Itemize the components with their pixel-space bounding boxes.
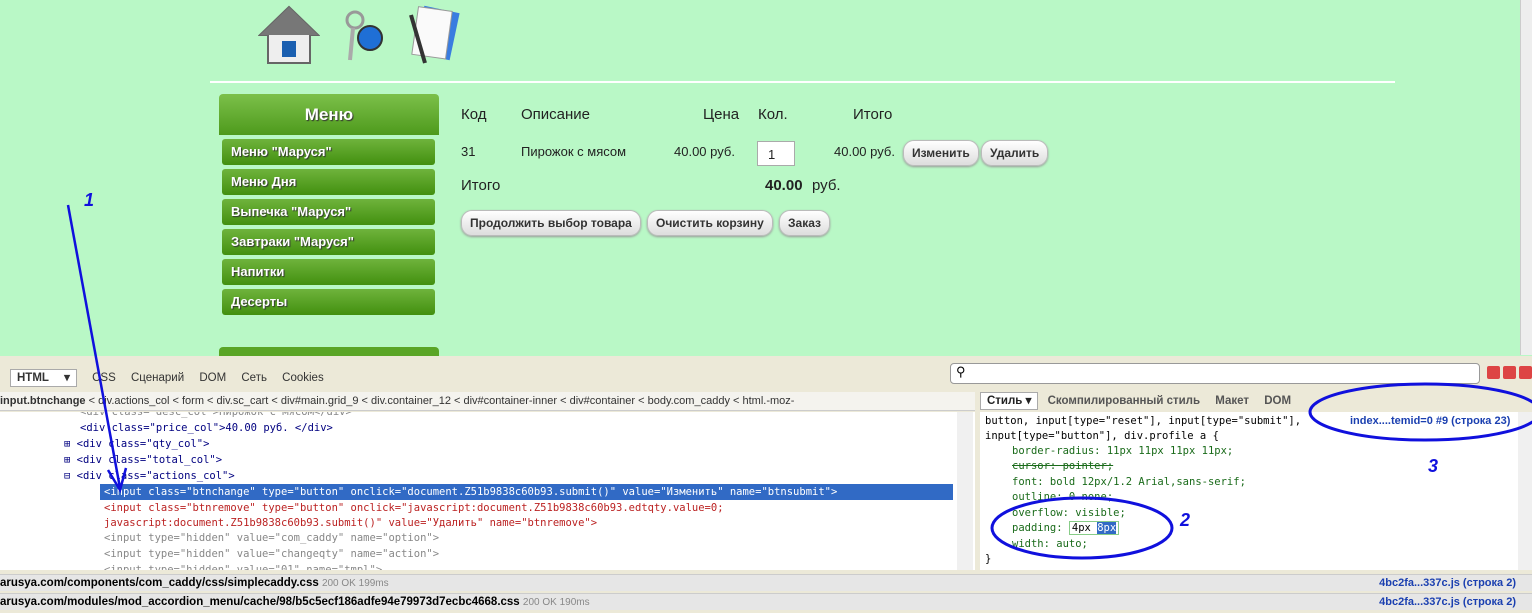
- crumb[interactable]: div.actions_col: [98, 395, 169, 407]
- html-line[interactable]: <div class="desc_col">Пирожок с мясом</d…: [80, 412, 352, 420]
- order-button[interactable]: Заказ: [779, 210, 830, 236]
- crumb[interactable]: div#container: [570, 395, 635, 407]
- item-total: 40.00 руб.: [834, 144, 895, 159]
- html-line[interactable]: <input class="btnremove" type="button" o…: [104, 500, 724, 516]
- css-rule[interactable]: overflow: visible;: [1012, 505, 1126, 521]
- tab-dom-style[interactable]: DOM: [1264, 395, 1291, 407]
- html-line[interactable]: javascript:document.Z51b9838c60b93.submi…: [104, 515, 597, 531]
- tab-html[interactable]: HTML ▾: [10, 369, 77, 387]
- tab-dom[interactable]: DOM: [199, 372, 226, 384]
- css-selector: button, input[type="reset"], input[type=…: [985, 415, 1302, 427]
- net-row[interactable]: arusya.com/modules/mod_accordion_menu/ca…: [0, 593, 1532, 610]
- style-pane: button, input[type="reset"], input[type=…: [980, 412, 1532, 570]
- search-input[interactable]: ⚲: [950, 363, 1480, 384]
- continue-shopping-button[interactable]: Продолжить выбор товара: [461, 210, 641, 236]
- padding-editor[interactable]: 4px 8px: [1068, 521, 1120, 535]
- menu-title: Меню: [219, 94, 439, 135]
- clear-cart-button[interactable]: Очистить корзину: [647, 210, 773, 236]
- col-total: Итого: [853, 106, 893, 123]
- remove-button[interactable]: Удалить: [981, 140, 1049, 166]
- html-line[interactable]: ⊟ <div class="actions_col">: [64, 468, 235, 484]
- html-line-selected[interactable]: <input class="btnchange" type="button" o…: [100, 484, 953, 500]
- css-rule[interactable]: width: auto;: [1012, 536, 1088, 552]
- tab-script[interactable]: Сценарий: [131, 372, 184, 384]
- css-rule[interactable]: outline: 0 none;: [1012, 489, 1113, 505]
- net-row[interactable]: arusya.com/components/com_caddy/css/simp…: [0, 574, 1532, 591]
- crumb[interactable]: form: [182, 395, 204, 407]
- crumb[interactable]: div.container_12: [371, 395, 451, 407]
- minimize-icon[interactable]: [1487, 366, 1500, 379]
- menu-item-desserts[interactable]: Десерты: [222, 289, 435, 315]
- divider: [210, 81, 1395, 83]
- crumb[interactable]: body.com_caddy: [648, 395, 730, 407]
- tab-net[interactable]: Сеть: [241, 372, 267, 384]
- menu-item-drinks[interactable]: Напитки: [222, 259, 435, 285]
- home-icon[interactable]: [258, 5, 320, 65]
- crumb[interactable]: div#main.grid_9: [281, 395, 359, 407]
- total-label: Итого: [461, 177, 501, 194]
- item-price: 40.00 руб.: [674, 144, 735, 159]
- close-icon[interactable]: [1519, 366, 1532, 379]
- crumb[interactable]: html.-moz-: [743, 395, 795, 407]
- crumb[interactable]: input.btnchange: [0, 395, 86, 407]
- tab-cookies[interactable]: Cookies: [282, 372, 324, 384]
- change-button[interactable]: Изменить: [903, 140, 979, 166]
- html-line[interactable]: <input type="hidden" value="changeqty" n…: [104, 546, 439, 562]
- html-line[interactable]: <input type="hidden" value="com_caddy" n…: [104, 530, 439, 546]
- tab-style[interactable]: Стиль ▾: [980, 392, 1039, 410]
- html-line[interactable]: <input type="hidden" value="01" name="tm…: [104, 562, 382, 570]
- crumb[interactable]: div#container-inner: [464, 395, 558, 407]
- devtools-tabs: HTML ▾ CSS Сценарий DOM Сеть Cookies: [0, 368, 336, 388]
- html-line[interactable]: ⊞ <div class="qty_col">: [64, 436, 209, 452]
- page-scrollbar[interactable]: [1520, 0, 1532, 355]
- html-scrollbar[interactable]: [957, 412, 973, 570]
- qty-input[interactable]: 1: [757, 141, 795, 166]
- css-rule-padding[interactable]: padding: 4px 8px: [1012, 520, 1120, 536]
- css-rule[interactable]: font: bold 12px/1.2 Arial,sans-serif;: [1012, 474, 1246, 490]
- html-line[interactable]: <div class="price_col">40.00 руб. </div>: [80, 420, 333, 436]
- search-icon: ⚲: [956, 364, 966, 379]
- css-selector: input[type="button"], div.profile a {: [985, 430, 1219, 442]
- annotation-3: 3: [1428, 456, 1439, 476]
- menu-item-day[interactable]: Меню Дня: [222, 169, 435, 195]
- style-tabs: Стиль ▾ Скомпилированный стиль Макет DOM: [980, 391, 1291, 411]
- breadcrumb: input.btnchange < div.actions_col < form…: [0, 392, 975, 411]
- crumb[interactable]: div.sc_cart: [217, 395, 269, 407]
- style-scrollbar[interactable]: [1518, 412, 1532, 570]
- css-close: }: [985, 553, 992, 565]
- col-desc: Описание: [521, 106, 591, 123]
- css-source-link[interactable]: index....temid=0 #9 (строка 23): [1350, 413, 1510, 429]
- total-unit: руб.: [812, 177, 841, 194]
- html-tree: <div class="desc_col">Пирожок с мясом</d…: [0, 412, 975, 570]
- tab-computed[interactable]: Скомпилированный стиль: [1048, 395, 1201, 407]
- detach-icon[interactable]: [1503, 366, 1516, 379]
- document-pen-icon[interactable]: [403, 5, 463, 65]
- tab-layout[interactable]: Макет: [1215, 395, 1249, 407]
- html-line[interactable]: ⊞ <div class="total_col">: [64, 452, 222, 468]
- menu-item-marusya[interactable]: Меню "Маруся": [222, 139, 435, 165]
- annotation-1: 1: [84, 190, 95, 210]
- col-code: Код: [461, 106, 487, 123]
- total-value: 40.00: [765, 177, 803, 194]
- col-price: Цена: [703, 106, 740, 123]
- menu-item-bakery[interactable]: Выпечка "Маруся": [222, 199, 435, 225]
- item-code: 31: [461, 144, 476, 159]
- css-rule[interactable]: cursor: pointer;: [1012, 458, 1113, 474]
- keys-icon[interactable]: [340, 8, 385, 63]
- tab-css[interactable]: CSS: [92, 372, 116, 384]
- annotation-2: 2: [1180, 510, 1191, 530]
- col-qty: Кол.: [758, 106, 788, 123]
- item-desc: Пирожок с мясом: [521, 144, 627, 159]
- menu-item-breakfast[interactable]: Завтраки "Маруся": [222, 229, 435, 255]
- css-rule[interactable]: border-radius: 11px 11px 11px 11px;: [1012, 443, 1233, 459]
